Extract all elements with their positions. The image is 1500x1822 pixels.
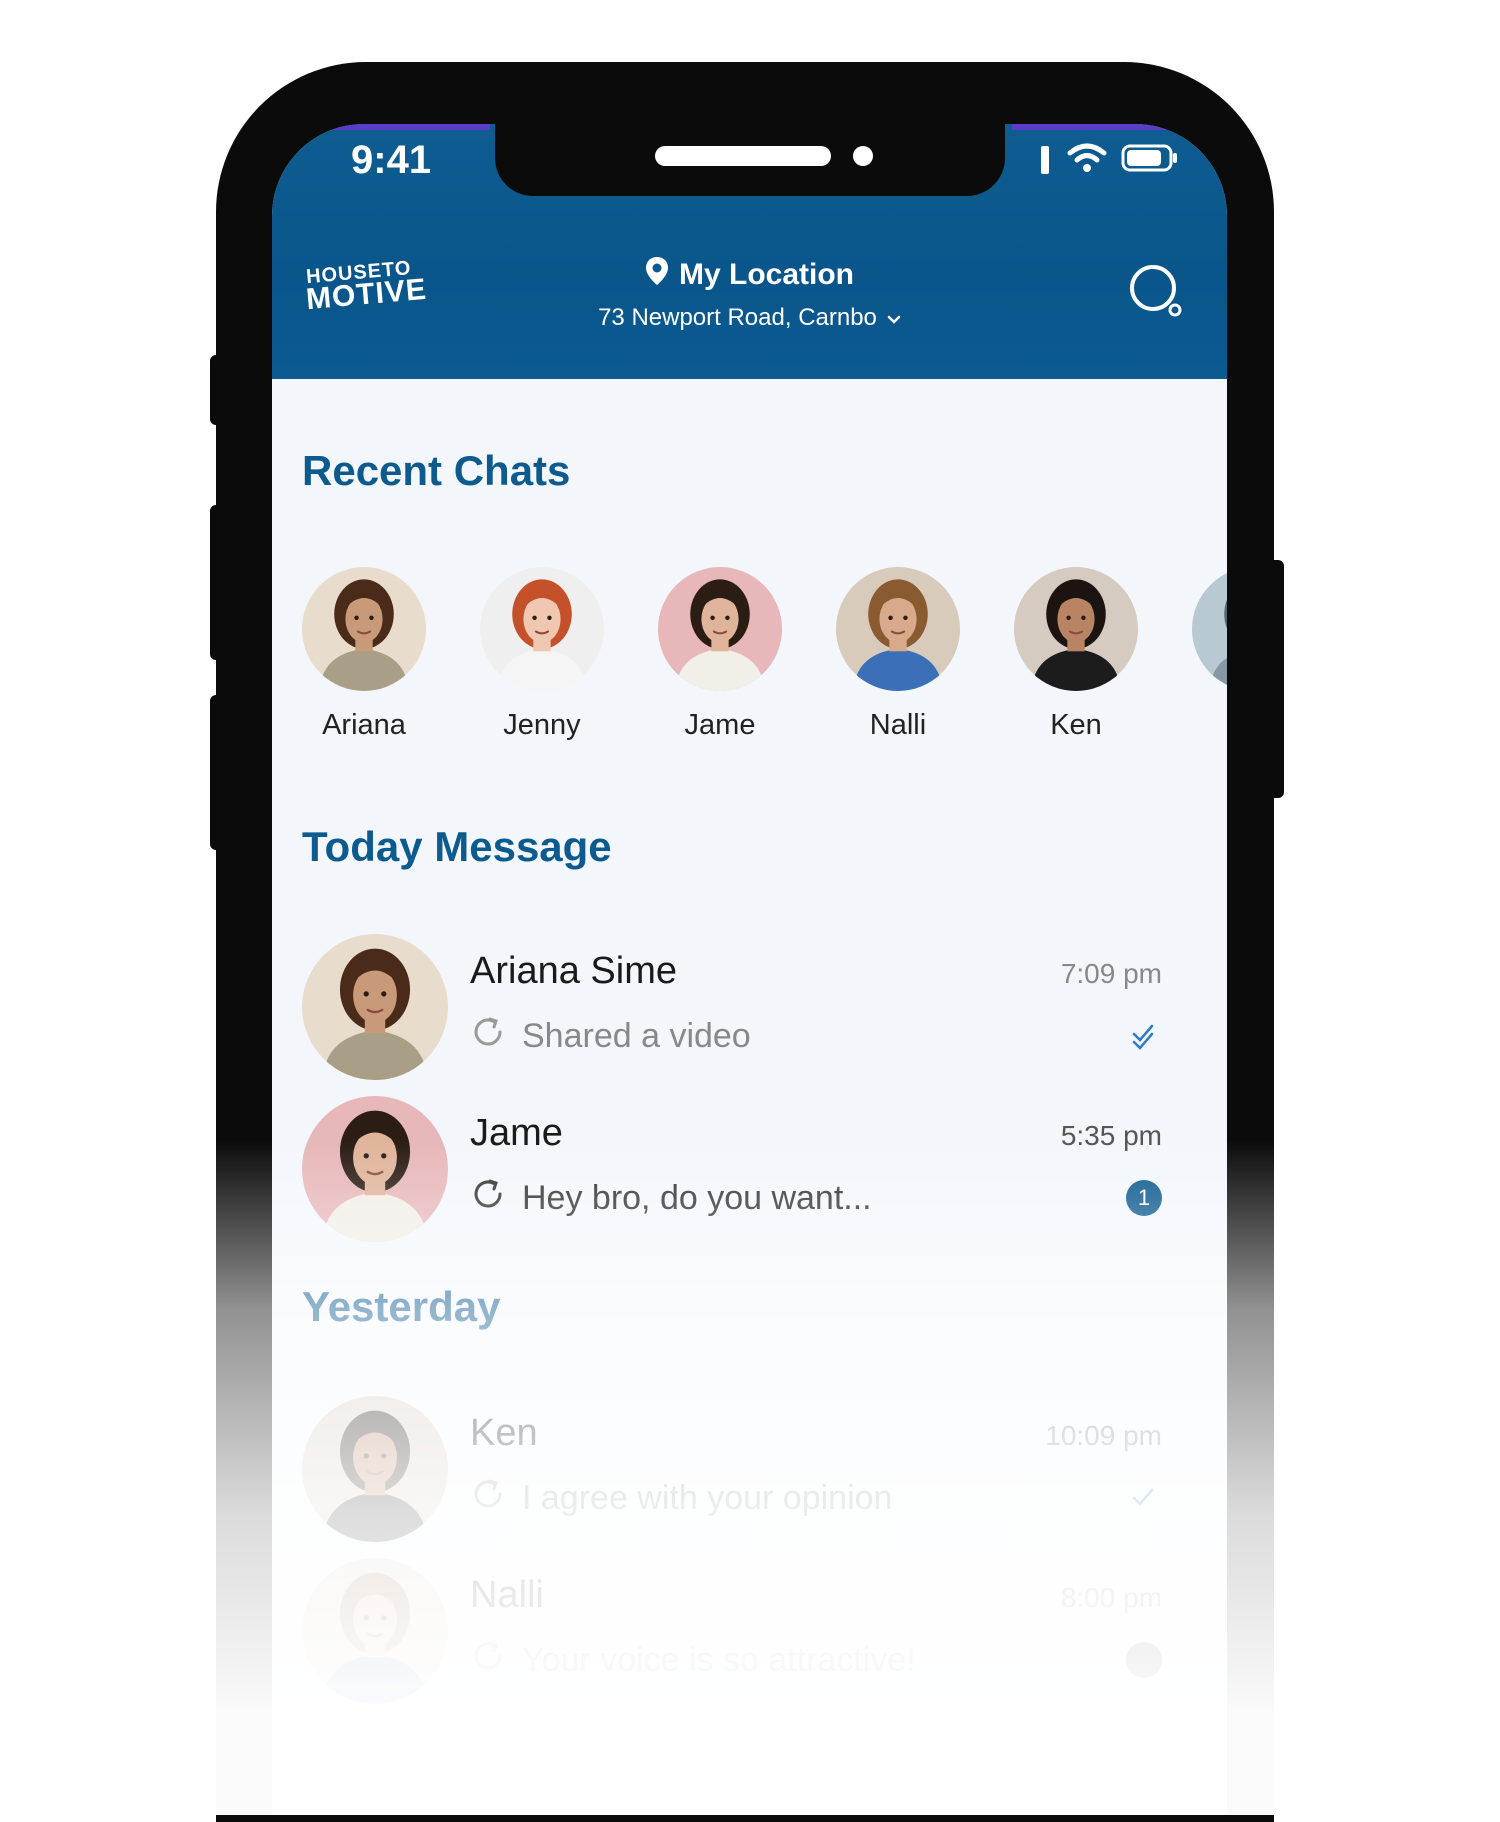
location-title: My Location	[678, 258, 854, 291]
recent-chat-item[interactable]: Nalli	[836, 567, 960, 742]
unread-count: 1	[1126, 1180, 1162, 1216]
phone-notch	[495, 124, 1005, 196]
avatar	[302, 1396, 448, 1542]
message-preview: I agree with your opinion	[470, 1476, 892, 1521]
app-header: 9:41 HOUSETO MOTIVE My Location 73 Newpo…	[272, 124, 1227, 379]
speaker-grille	[655, 146, 831, 166]
avatar	[302, 1096, 448, 1242]
recent-chat-name: Nalli	[869, 709, 927, 741]
check-icon	[1126, 1480, 1162, 1516]
phone-side-button	[210, 355, 224, 425]
search-icon	[1127, 265, 1187, 326]
message-sender-name: Jame	[470, 1112, 563, 1154]
recent-chat-item[interactable]: Jame	[658, 567, 782, 742]
message-preview-text: Shared a video	[522, 1017, 751, 1055]
message-preview-text: I agree with your opinion	[522, 1479, 893, 1517]
refresh-icon	[470, 1476, 506, 1521]
wifi-icon	[1067, 143, 1107, 177]
location-address: 73 Newport Road, Carnbo	[598, 304, 877, 331]
recent-chat-item[interactable]: J	[1192, 567, 1227, 742]
message-preview: Hey bro, do you want...	[470, 1176, 872, 1221]
message-sender-name: Ken	[470, 1412, 538, 1454]
phone-side-button	[210, 695, 224, 850]
camera-dot	[853, 146, 873, 166]
message-row[interactable]: Ariana Sime 7:09 pm Shared a video	[302, 934, 1162, 1084]
app-screen: 9:41 HOUSETO MOTIVE My Location 73 Newpo…	[272, 124, 1227, 1815]
recent-chat-name: Ken	[1050, 709, 1102, 741]
avatar	[836, 567, 960, 691]
double-check-icon	[1126, 1018, 1162, 1054]
message-row[interactable]: Jame 5:35 pm Hey bro, do you want... 1	[302, 1096, 1162, 1246]
recent-chat-item[interactable]: Ariana	[302, 567, 426, 742]
avatar	[302, 1558, 448, 1704]
recent-chat-name: Jenny	[503, 709, 581, 741]
message-preview-text: Your voice is so attractive!	[522, 1641, 916, 1679]
message-time: 10:09 pm	[1045, 1420, 1162, 1451]
refresh-icon	[470, 1176, 506, 1221]
avatar	[480, 567, 604, 691]
today-message-title: Today Message	[302, 823, 612, 870]
recent-chats-list: Ariana Jenny Jame Nalli Ken J	[302, 567, 1227, 757]
message-sender-name: Ariana Sime	[470, 950, 677, 992]
recent-chat-item[interactable]: Jenny	[480, 567, 604, 742]
recent-chat-item[interactable]: Ken	[1014, 567, 1138, 742]
message-preview: Shared a video	[470, 1014, 751, 1059]
avatar	[302, 934, 448, 1080]
recent-chat-name: J	[1192, 709, 1227, 742]
avatar	[1192, 567, 1227, 691]
phone-side-button	[1266, 560, 1284, 798]
unread-dot	[1126, 1642, 1162, 1678]
refresh-icon	[470, 1014, 506, 1059]
unread-badge: 1	[1126, 1180, 1162, 1216]
chevron-down-icon	[887, 304, 901, 332]
status-time: 9:41	[351, 138, 432, 182]
header-accent	[330, 124, 490, 130]
header-accent	[1012, 124, 1172, 130]
status-icons	[1039, 142, 1179, 178]
message-time: 7:09 pm	[1060, 958, 1162, 989]
location-pin-icon	[645, 256, 669, 294]
recent-chat-name: Ariana	[322, 709, 406, 741]
refresh-icon	[470, 1638, 506, 1683]
avatar	[1014, 567, 1138, 691]
message-time: 5:35 pm	[1060, 1120, 1162, 1151]
signal-icon	[1039, 142, 1053, 178]
yesterday-title: Yesterday	[302, 1283, 501, 1330]
recent-chat-name: Jame	[684, 709, 756, 741]
message-sender-name: Nalli	[470, 1574, 544, 1616]
phone-side-button	[210, 505, 224, 660]
battery-icon	[1121, 143, 1179, 177]
message-preview: Your voice is so attractive!	[470, 1638, 916, 1683]
location-selector[interactable]: My Location	[272, 256, 1227, 294]
search-button[interactable]	[1127, 262, 1183, 318]
recent-chats-title: Recent Chats	[302, 447, 571, 494]
unread-badge	[1126, 1642, 1162, 1678]
message-row[interactable]: Nalli 8:00 pm Your voice is so attractiv…	[302, 1558, 1162, 1708]
message-time: 8:00 pm	[1060, 1582, 1162, 1613]
avatar	[302, 567, 426, 691]
location-address-dropdown[interactable]: 73 Newport Road, Carnbo	[272, 304, 1227, 332]
message-row[interactable]: Ken 10:09 pm I agree with your opinion	[302, 1396, 1162, 1546]
avatar	[658, 567, 782, 691]
message-preview-text: Hey bro, do you want...	[522, 1179, 872, 1217]
